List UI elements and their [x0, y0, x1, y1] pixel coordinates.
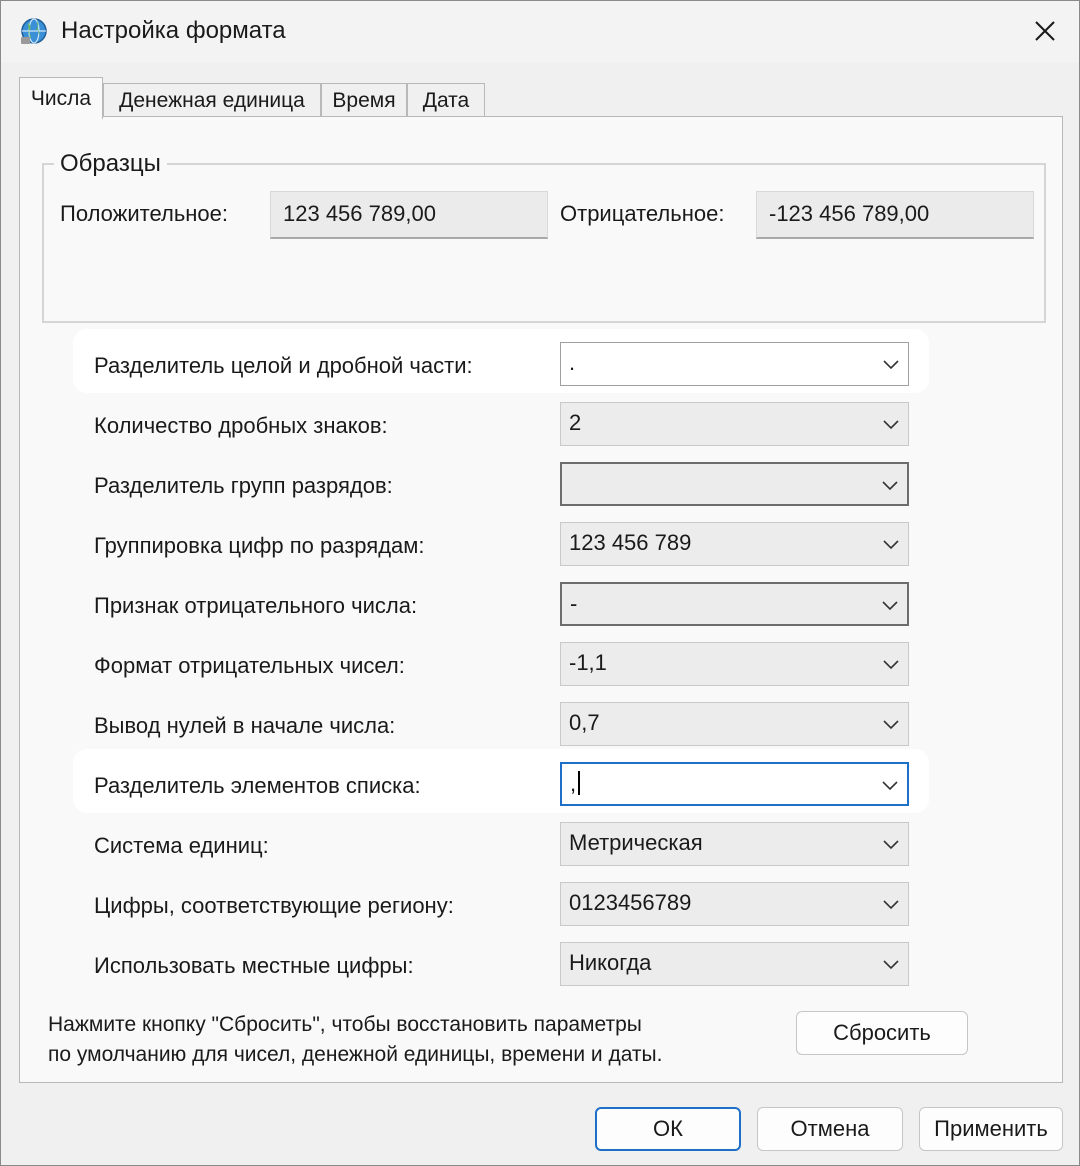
apply-button[interactable]: Применить	[919, 1107, 1063, 1151]
positive-sample-value: 123 456 789,00	[270, 191, 548, 239]
chevron-down-icon	[883, 960, 899, 970]
chevron-down-icon	[883, 420, 899, 430]
negative-sample-label: Отрицательное:	[560, 201, 725, 226]
standard-digits-value: 0123456789	[569, 890, 692, 915]
reset-button[interactable]: Сбросить	[796, 1011, 968, 1055]
digit-grouping-combo[interactable]: 123 456 789	[560, 522, 909, 566]
group-separator-combo[interactable]	[560, 462, 909, 506]
leading-zeros-label: Вывод нулей в начале числа:	[94, 713, 396, 738]
native-digits-combo[interactable]: Никогда	[560, 942, 909, 986]
negative-format-combo[interactable]: -1,1	[560, 642, 909, 686]
digit-grouping-value: 123 456 789	[569, 530, 692, 555]
tab-time[interactable]: Время	[321, 83, 407, 117]
close-icon[interactable]	[1025, 11, 1065, 51]
native-digits-value: Никогда	[569, 950, 652, 975]
globe-settings-icon	[19, 15, 49, 47]
negative-sign-combo[interactable]: -	[560, 582, 909, 626]
positive-sample-label: Положительное:	[60, 201, 229, 226]
decimal-separator-label: Разделитель целой и дробной части:	[94, 353, 473, 378]
ok-button[interactable]: ОК	[595, 1107, 741, 1151]
tab-currency[interactable]: Денежная единица	[103, 83, 321, 117]
reset-description-line2: по умолчанию для чисел, денежной единицы…	[48, 1043, 663, 1066]
chevron-down-icon	[883, 840, 899, 850]
digit-grouping-label: Группировка цифр по разрядам:	[94, 533, 425, 558]
title-bar: Настройка формата	[1, 1, 1079, 63]
chevron-down-icon	[883, 720, 899, 730]
reset-description: Нажмите кнопку "Сбросить", чтобы восстан…	[48, 1010, 662, 1070]
leading-zeros-combo[interactable]: 0,7	[560, 702, 909, 746]
cancel-button[interactable]: Отмена	[757, 1107, 903, 1151]
decimal-separator-value: .	[569, 350, 576, 375]
samples-group: Положительное: 123 456 789,00 Отрицатель…	[42, 163, 1046, 323]
chevron-down-icon	[882, 601, 898, 611]
standard-digits-label: Цифры, соответствующие региону:	[94, 893, 454, 918]
measurement-system-combo[interactable]: Метрическая	[560, 822, 909, 866]
negative-sample-value: -123 456 789,00	[756, 191, 1034, 239]
format-settings-dialog: Настройка формата Числа Денежная единица…	[0, 0, 1080, 1166]
negative-sign-value: -	[570, 591, 578, 616]
chevron-down-icon	[883, 660, 899, 670]
numbers-tab-panel: Положительное: 123 456 789,00 Отрицатель…	[19, 116, 1063, 1083]
chevron-down-icon	[882, 781, 898, 791]
samples-title: Образцы	[54, 150, 167, 178]
chevron-down-icon	[883, 540, 899, 550]
standard-digits-combo[interactable]: 0123456789	[560, 882, 909, 926]
negative-format-label: Формат отрицательных чисел:	[94, 653, 405, 678]
list-separator-combo[interactable]: ,	[560, 762, 909, 806]
native-digits-label: Использовать местные цифры:	[94, 953, 414, 978]
measurement-system-value: Метрическая	[569, 830, 703, 855]
decimal-digits-label: Количество дробных знаков:	[94, 413, 388, 438]
window-title: Настройка формата	[61, 17, 286, 44]
negative-format-value: -1,1	[569, 650, 607, 675]
group-separator-label: Разделитель групп разрядов:	[94, 473, 393, 498]
negative-sign-label: Признак отрицательного числа:	[94, 593, 418, 618]
leading-zeros-value: 0,7	[569, 710, 600, 735]
measurement-system-label: Система единиц:	[94, 833, 269, 858]
chevron-down-icon	[883, 900, 899, 910]
list-separator-label: Разделитель элементов списка:	[94, 773, 421, 798]
list-separator-value: ,	[570, 771, 577, 796]
decimal-digits-combo[interactable]: 2	[560, 402, 909, 446]
reset-description-line1: Нажмите кнопку "Сбросить", чтобы восстан…	[48, 1013, 642, 1036]
text-cursor	[578, 771, 581, 795]
decimal-digits-value: 2	[569, 410, 582, 435]
tab-date[interactable]: Дата	[407, 83, 485, 117]
chevron-down-icon	[882, 481, 898, 491]
decimal-separator-combo[interactable]: .	[560, 342, 909, 386]
chevron-down-icon	[883, 360, 899, 370]
tab-numbers[interactable]: Числа	[19, 77, 103, 119]
